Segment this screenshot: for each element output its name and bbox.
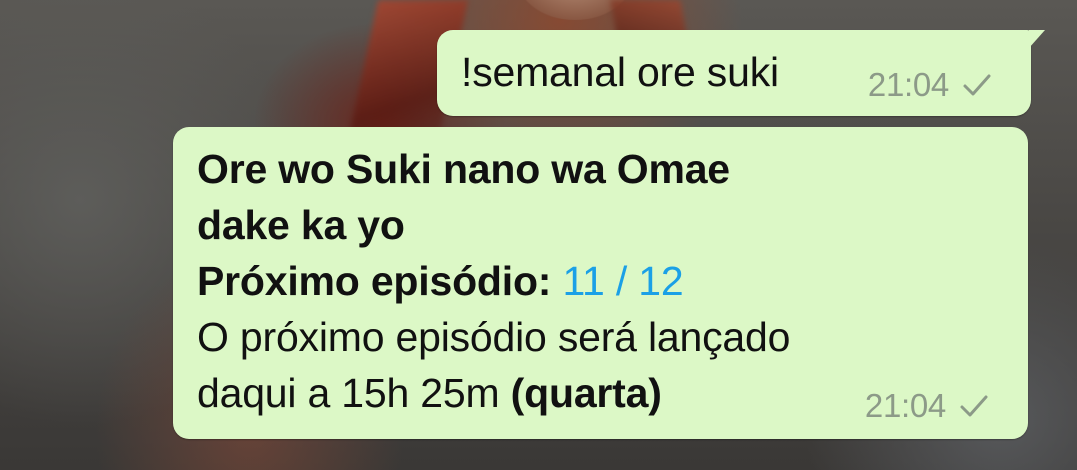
message-time: 21:04 <box>864 387 946 424</box>
single-check-icon <box>959 70 995 100</box>
release-countdown: daqui a 15h 25m <box>197 370 500 416</box>
message-time: 21:04 <box>867 66 949 103</box>
release-line: daqui a 15h 25m (quarta) <box>197 365 957 421</box>
single-check-icon <box>956 391 992 421</box>
message-body: Ore wo Suki nano wa Omae dake ka yo Próx… <box>197 141 957 421</box>
anime-title-line: dake ka yo <box>197 202 405 248</box>
episode-line: Próximo episódio: 11 / 12 <box>197 253 957 309</box>
episode-current-link[interactable]: 11 <box>562 258 604 304</box>
episode-total-link[interactable]: 12 <box>638 258 683 304</box>
message-meta: 21:04 <box>865 387 992 425</box>
message-meta: 21:04 <box>868 66 995 104</box>
episode-separator: / <box>615 258 628 304</box>
release-line: O próximo episódio será lançado <box>197 314 791 360</box>
message-bubble-reply[interactable]: Ore wo Suki nano wa Omae dake ka yo Próx… <box>173 127 1028 439</box>
episode-label: Próximo episódio: <box>197 258 552 304</box>
bubble-tail <box>1029 30 1045 48</box>
message-bubble-command[interactable]: !semanal ore suki 21:04 <box>437 30 1045 116</box>
anime-title-line: Ore wo Suki nano wa Omae <box>197 146 730 192</box>
message-text: !semanal ore suki <box>461 49 779 95</box>
release-weekday: (quarta) <box>510 370 662 416</box>
